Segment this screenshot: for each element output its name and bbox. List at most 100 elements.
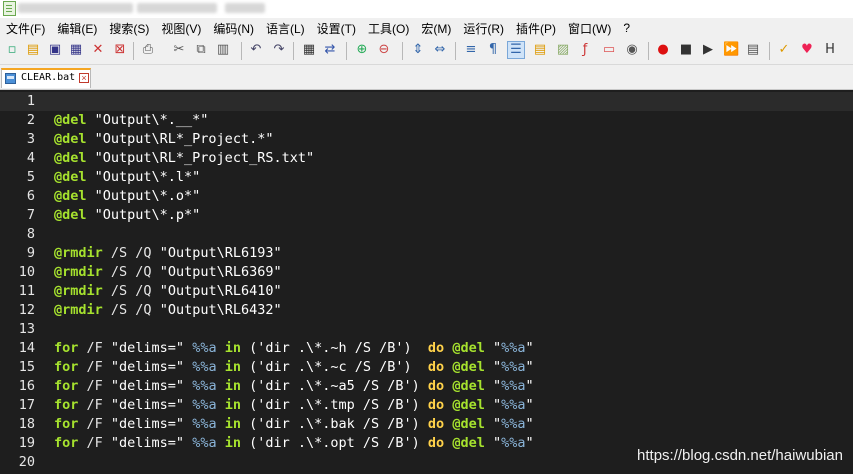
save-all-icon[interactable]: ▦	[68, 42, 84, 58]
notepad-app-icon	[3, 1, 16, 16]
menu-item-1[interactable]: 编辑(E)	[51, 20, 103, 37]
save-icon[interactable]: ▣	[47, 42, 63, 58]
token-str: "	[484, 397, 502, 413]
indent-guide-icon[interactable]: ☰	[507, 41, 525, 59]
code-line[interactable]: 2 @del "Output\*.__*"	[0, 111, 853, 130]
token-var: %%a	[192, 416, 217, 432]
undo-icon[interactable]: ↶	[248, 42, 264, 58]
code-line[interactable]: 5 @del "Output\*.l*"	[0, 168, 853, 187]
print-icon[interactable]: ⎙	[140, 42, 156, 58]
menu-item-9[interactable]: 运行(R)	[457, 20, 510, 37]
zoom-in-icon[interactable]: ⊕	[354, 42, 370, 58]
menu-item-7[interactable]: 工具(O)	[362, 20, 415, 37]
redo-icon[interactable]: ↷	[271, 42, 287, 58]
toolbar-separator	[455, 42, 456, 60]
stop-macro-icon[interactable]: ■	[678, 42, 694, 58]
monitor-icon[interactable]: ◉	[624, 42, 640, 58]
token-ctl: do	[427, 435, 445, 451]
open-file-icon[interactable]: ▤	[25, 42, 41, 58]
word-wrap-icon[interactable]: ≡	[463, 42, 479, 58]
find-icon[interactable]: ▦	[301, 42, 317, 58]
record-macro-icon[interactable]: ●	[655, 42, 671, 58]
token-str: "delims="	[110, 435, 193, 451]
token-str: "	[525, 416, 534, 432]
menu-item-0[interactable]: 文件(F)	[0, 20, 51, 37]
zoom-out-icon[interactable]: ⊖	[376, 42, 392, 58]
close-all-icon[interactable]: ⊠	[112, 42, 128, 58]
menu-item-10[interactable]: 插件(P)	[510, 20, 562, 37]
token-flag: /S /Q	[102, 283, 160, 299]
play-macro-icon[interactable]: ▶	[700, 42, 716, 58]
document-map-icon[interactable]: ▨	[555, 42, 571, 58]
code-line[interactable]: 11 @rmdir /S /Q "Output\RL6410"	[0, 282, 853, 301]
sync-vertical-icon[interactable]: ⇕	[410, 42, 426, 58]
sync-horizontal-icon[interactable]: ⇔	[432, 42, 448, 58]
token-kw: in	[224, 416, 241, 432]
paste-icon[interactable]: ▥	[215, 42, 231, 58]
code-line[interactable]: 9 @rmdir /S /Q "Output\RL6193"	[0, 244, 853, 263]
line-code: @del "Output\*.o*"	[54, 187, 200, 206]
cut-icon[interactable]: ✂	[171, 42, 187, 58]
code-line[interactable]: 7 @del "Output\*.p*"	[0, 206, 853, 225]
code-line[interactable]: 12 @rmdir /S /Q "Output\RL6432"	[0, 301, 853, 320]
code-line[interactable]: 16 for /F "delims=" %%a in ('dir .\*.~a5 …	[0, 377, 853, 396]
token-kw: @del	[54, 150, 87, 166]
token-kw: @del	[452, 359, 485, 375]
code-line[interactable]: 3 @del "Output\RL*_Project.*"	[0, 130, 853, 149]
token-kw: @del	[54, 112, 87, 128]
line-code: for /F "delims=" %%a in ('dir .\*.~a5 /S…	[54, 377, 534, 396]
close-icon[interactable]: ✕	[90, 42, 106, 58]
code-editor[interactable]: 1 2 @del "Output\*.__*" 3 @del "Output\RL*_P…	[0, 90, 853, 474]
file-saved-icon	[5, 73, 16, 84]
run-macro-multiple-icon[interactable]: ⏩	[723, 42, 739, 58]
replace-icon[interactable]: ⇄	[322, 42, 338, 58]
folder-workspace-icon[interactable]: ▤	[532, 42, 548, 58]
toolbar-separator	[133, 42, 134, 60]
line-code: @rmdir /S /Q "Output\RL6432"	[54, 301, 282, 320]
token-kw: for	[54, 340, 79, 356]
copy-icon[interactable]: ⧉	[193, 42, 209, 58]
token-kw: for	[54, 397, 79, 413]
tab-close-icon[interactable]: ×	[79, 73, 89, 83]
token-kw: for	[54, 359, 79, 375]
line-number: 7	[26, 207, 35, 223]
token-str: "	[484, 378, 502, 394]
spell-check-icon[interactable]: ✓	[776, 42, 792, 58]
show-all-chars-icon[interactable]: ¶	[485, 42, 501, 58]
code-line[interactable]: 10 @rmdir /S /Q "Output\RL6369"	[0, 263, 853, 282]
function-list-icon[interactable]: ƒ	[577, 42, 593, 58]
heart-icon[interactable]: ♥	[799, 42, 815, 58]
code-line[interactable]: 13	[0, 320, 853, 339]
code-line[interactable]: 14 for /F "delims=" %%a in ('dir .\*.~h /…	[0, 339, 853, 358]
code-line[interactable]: 6 @del "Output\*.o*"	[0, 187, 853, 206]
menu-item-5[interactable]: 语言(L)	[260, 20, 311, 37]
save-macro-icon[interactable]: ▤	[745, 42, 761, 58]
code-line[interactable]: 18 for /F "delims=" %%a in ('dir .\*.bak …	[0, 415, 853, 434]
menu-item-3[interactable]: 视图(V)	[155, 20, 207, 37]
tab-clear-bat[interactable]: CLEAR.bat ×	[1, 68, 91, 88]
token-kw: @rmdir	[54, 283, 103, 299]
code-line[interactable]: 17 for /F "delims=" %%a in ('dir .\*.tmp …	[0, 396, 853, 415]
line-number: 5	[26, 169, 35, 185]
menu-item-12[interactable]: ?	[617, 21, 636, 35]
token-str: "Output\RL6369"	[159, 264, 282, 280]
line-number: 20	[18, 454, 35, 470]
code-line[interactable]: 8	[0, 225, 853, 244]
line-code: @del "Output\RL*_Project_RS.txt"	[54, 149, 314, 168]
token-kw: in	[224, 397, 241, 413]
token-str: "delims="	[110, 340, 193, 356]
code-line[interactable]: 1	[0, 92, 853, 111]
menu-item-4[interactable]: 编码(N)	[207, 20, 260, 37]
new-file-icon[interactable]: ▫	[4, 42, 20, 58]
h-icon[interactable]: H	[822, 42, 838, 58]
token-flag: /F	[78, 397, 111, 413]
folder-icon[interactable]: ▭	[601, 42, 617, 58]
menu-item-2[interactable]: 搜索(S)	[103, 20, 155, 37]
menu-item-11[interactable]: 窗口(W)	[562, 20, 617, 37]
code-line[interactable]: 4 @del "Output\RL*_Project_RS.txt"	[0, 149, 853, 168]
token-kw: for	[54, 416, 79, 432]
code-line[interactable]: 15 for /F "delims=" %%a in ('dir .\*.~c /…	[0, 358, 853, 377]
menu-item-8[interactable]: 宏(M)	[415, 20, 457, 37]
token-ctl: do	[427, 416, 445, 432]
menu-item-6[interactable]: 设置(T)	[311, 20, 362, 37]
